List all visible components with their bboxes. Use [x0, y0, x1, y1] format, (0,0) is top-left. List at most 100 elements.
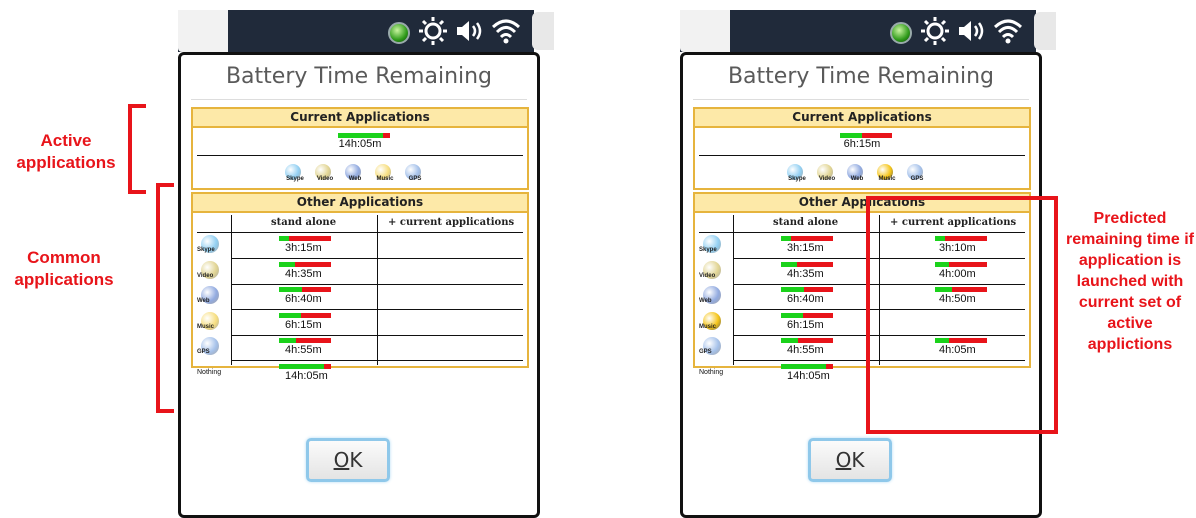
ok-button[interactable]: OK: [306, 438, 390, 482]
bar-remaining: [781, 261, 797, 267]
col-header-standalone: stand alone: [773, 217, 839, 228]
screen-before: Battery Time Remaining Current Applicatio…: [178, 0, 558, 518]
table-row[interactable]: Video 4h:35m: [195, 259, 525, 285]
app-label-music: Music: [197, 323, 215, 330]
dialog-title: Battery Time Remaining: [727, 64, 995, 89]
bar-used: [301, 312, 331, 318]
other-applications-section: Other Applications stand alone + current a…: [191, 192, 529, 382]
volume-icon[interactable]: [956, 18, 986, 44]
bar-remaining: [279, 312, 301, 318]
standalone-time: 6h:15m: [285, 318, 322, 331]
current-time-remaining: 14h:05m: [338, 138, 382, 150]
brightness-icon[interactable]: [418, 16, 448, 46]
active-app-web[interactable]: Web: [341, 164, 369, 186]
table-row[interactable]: Nothing 14h:05m: [195, 361, 525, 385]
battery-dialog: Battery Time Remaining Current Applicatio…: [178, 52, 540, 518]
app-label-music: Music: [699, 323, 717, 330]
table-row[interactable]: Web 6h:40m: [195, 284, 525, 310]
col-header-standalone: stand alone: [271, 217, 337, 228]
common-apps-bracket: [156, 183, 174, 413]
bar-used: [324, 363, 331, 369]
standalone-time: 3h:15m: [285, 242, 322, 254]
bar-used: [804, 287, 833, 292]
app-label-nothing: Nothing: [197, 368, 222, 376]
other-applications-table: stand alone + current applications Skype 3h…: [193, 213, 527, 382]
annotation-common-applications: Common applications: [14, 248, 114, 289]
standalone-bar: [781, 338, 833, 343]
volume-icon[interactable]: [454, 18, 484, 44]
title-divider: [693, 99, 1029, 100]
active-app-gps[interactable]: GPS: [401, 164, 429, 186]
current-time-remaining: 6h:15m: [843, 138, 881, 150]
col-header-current: + current applications: [388, 217, 515, 228]
standalone-bar: [781, 287, 833, 292]
active-app-label: Web: [850, 176, 864, 182]
standalone-time: 4h:55m: [285, 344, 322, 356]
status-bar-left-tab: [680, 10, 730, 52]
table-row[interactable]: Music 6h:15m: [195, 310, 525, 336]
bar-remaining: [781, 236, 791, 241]
bar-remaining: [279, 287, 302, 292]
status-light-icon: [388, 22, 410, 44]
active-app-gps[interactable]: GPS: [903, 164, 931, 186]
active-app-skype[interactable]: Skype: [783, 164, 811, 186]
active-app-label: Skype: [788, 176, 806, 182]
current-divider: [699, 155, 1025, 156]
title-divider: [191, 99, 527, 100]
ok-mnemonic: O: [333, 448, 350, 472]
bar-remaining: [781, 287, 804, 292]
bar-used: [302, 287, 331, 292]
standalone-time: 6h:15m: [787, 318, 824, 331]
active-app-icons: Skype Video Web Music GPS: [695, 164, 1029, 182]
bar-remaining: [279, 236, 289, 241]
table-row[interactable]: Skype 3h:15m: [195, 233, 525, 259]
standalone-bar: [279, 338, 331, 343]
app-label-skype: Skype: [699, 247, 717, 253]
standalone-bar: [279, 261, 331, 267]
active-app-label: Music: [878, 176, 896, 182]
annotation-active-applications: Active applications: [16, 131, 116, 172]
status-bar-right-tab[interactable]: [532, 12, 554, 50]
active-app-music[interactable]: Music: [371, 164, 399, 186]
standalone-time: 14h:05m: [285, 369, 328, 382]
app-label-gps: GPS: [197, 349, 210, 355]
active-app-video[interactable]: Video: [311, 164, 339, 186]
current-applications-section: Current Applications 14h:05m Skype Video Web…: [191, 107, 529, 190]
app-label-web: Web: [699, 298, 712, 304]
bar-used: [803, 312, 833, 318]
other-applications-header: Other Applications: [193, 194, 527, 213]
bar-used: [798, 338, 833, 343]
wifi-icon[interactable]: [491, 17, 521, 45]
standalone-time: 14h:05m: [787, 369, 830, 382]
table-row[interactable]: GPS 4h:55m: [195, 335, 525, 361]
standalone-bar: [781, 312, 833, 318]
dialog-title: Battery Time Remaining: [225, 64, 493, 89]
ok-button[interactable]: OK: [808, 438, 892, 482]
bar-used: [296, 338, 331, 343]
standalone-time: 4h:55m: [787, 344, 824, 356]
active-app-web[interactable]: Web: [843, 164, 871, 186]
wifi-icon[interactable]: [993, 17, 1023, 45]
current-applications-section: Current Applications 6h:15m Skype Video Web M…: [693, 107, 1031, 190]
standalone-bar: [279, 287, 331, 292]
standalone-bar: [279, 363, 331, 369]
active-app-video[interactable]: Video: [813, 164, 841, 186]
bar-used: [797, 261, 833, 267]
status-light-icon: [890, 22, 912, 44]
bar-used: [791, 236, 833, 241]
active-app-label: Music: [376, 176, 394, 182]
bar-used: [826, 363, 833, 369]
app-label-skype: Skype: [197, 247, 215, 253]
active-app-music[interactable]: Music: [873, 164, 901, 186]
active-app-label: Video: [818, 176, 836, 182]
app-label-nothing: Nothing: [699, 368, 724, 376]
ok-label-rest: K: [851, 448, 865, 472]
active-app-label: Web: [348, 176, 362, 182]
active-app-skype[interactable]: Skype: [281, 164, 309, 186]
standalone-time: 3h:15m: [787, 242, 824, 254]
bar-remaining: [279, 363, 324, 369]
brightness-icon[interactable]: [920, 16, 950, 46]
status-bar-right-tab[interactable]: [1034, 12, 1056, 50]
status-bar: [680, 10, 1056, 52]
current-applications-body: 14h:05m Skype Video Web Music GPS: [193, 126, 527, 190]
